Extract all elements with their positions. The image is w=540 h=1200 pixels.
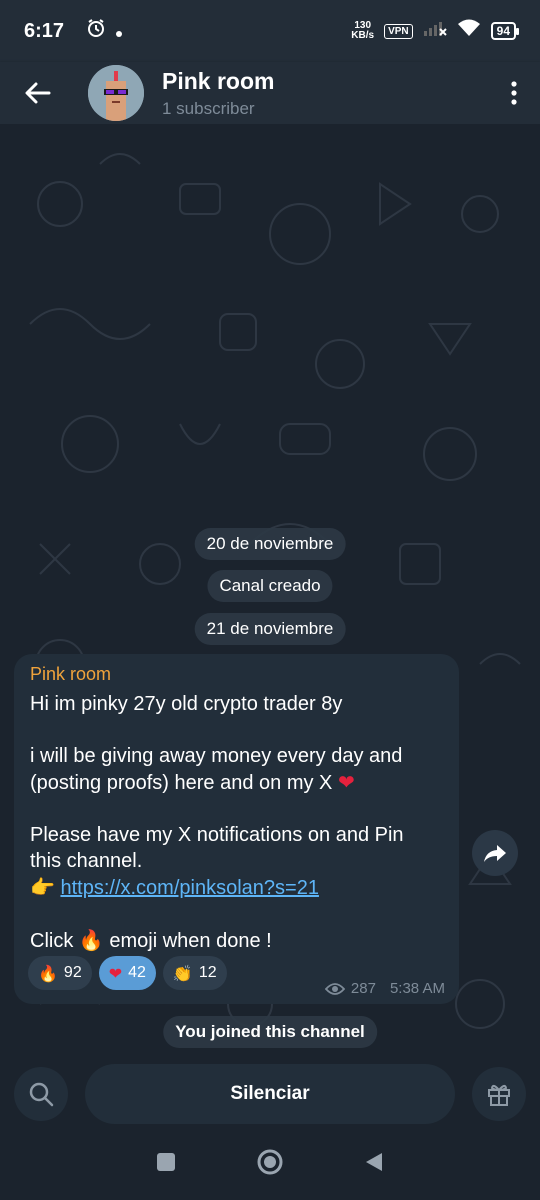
status-bar: 6:17 130 KB/s VPN 94 (0, 0, 540, 62)
pointing-hand-emoji-icon: 👉 (30, 875, 55, 899)
arrow-left-icon (25, 82, 51, 104)
message-bubble[interactable]: Pink room Hi im pinky 27y old crypto tra… (14, 654, 459, 1004)
message-line-click: Click 🔥 emoji when done ! (30, 927, 443, 954)
status-left: 6:17 (24, 18, 123, 44)
message-line: Hi im pinky 27y old crypto trader 8y (30, 693, 343, 715)
header-text[interactable]: Pink room 1 subscriber (162, 68, 274, 119)
message-line: emoji when done ! (109, 930, 272, 952)
fire-emoji-icon: 🔥 (38, 963, 58, 983)
message-text: Hi im pinky 27y old crypto trader 8y i w… (30, 691, 443, 954)
heart-emoji-icon: ❤ (108, 963, 123, 983)
reactions-row: 🔥 92 ❤ 42 👏 12 (28, 956, 227, 990)
signal-icon (423, 19, 447, 43)
reaction-count: 92 (63, 964, 82, 981)
recents-button[interactable] (156, 1152, 176, 1177)
view-count: 287 (350, 980, 376, 997)
forward-button[interactable] (472, 830, 518, 876)
home-button[interactable] (256, 1148, 284, 1181)
chat-header: Pink room 1 subscriber (0, 62, 540, 124)
bottom-bar: Silenciar (0, 1060, 540, 1128)
net-speed-unit: KB/s (351, 30, 375, 41)
mute-button[interactable]: Silenciar (85, 1064, 455, 1124)
clapping-hands-emoji-icon: 👏 (172, 963, 193, 983)
reaction-count: 12 (198, 964, 217, 981)
chat-area[interactable]: 20 de noviembre Canal creado 21 de novie… (0, 124, 540, 1060)
message-line: i will be giving away money every day an… (30, 745, 403, 767)
kebab-menu-icon (511, 81, 517, 105)
search-button[interactable] (14, 1067, 68, 1121)
more-options-button[interactable] (488, 62, 540, 124)
fire-emoji-icon: 🔥 (78, 928, 104, 952)
system-navigation-bar (0, 1128, 540, 1200)
status-right: 130 KB/s VPN 94 (351, 18, 520, 44)
channel-created-notice: Canal creado (207, 570, 333, 602)
message-link[interactable]: https://x.com/pinksolan?s=21 (60, 877, 318, 899)
message-author[interactable]: Pink room (30, 664, 443, 685)
message-meta: 287 5:38 AM (324, 980, 445, 997)
channel-avatar[interactable] (88, 65, 144, 121)
battery-indicator: 94 (490, 22, 520, 40)
wifi-icon (457, 18, 481, 44)
date-separator-2: 21 de noviembre (194, 613, 346, 645)
reaction-fire[interactable]: 🔥 92 (28, 956, 92, 990)
channel-subscriber-count: 1 subscriber (162, 98, 255, 118)
square-icon (157, 1152, 175, 1171)
message-time: 5:38 AM (389, 980, 445, 997)
alarm-icon (86, 18, 106, 44)
search-icon (29, 1082, 54, 1107)
message-link-line: 👉 https://x.com/pinksolan?s=21 (30, 874, 443, 901)
share-arrow-icon (484, 845, 506, 862)
message-line: (posting proofs) here and on my X (30, 772, 333, 794)
reaction-heart[interactable]: ❤ 42 (98, 956, 156, 990)
back-nav-button[interactable] (364, 1151, 384, 1178)
date-separator-1: 20 de noviembre (194, 528, 346, 560)
channel-title: Pink room (162, 67, 275, 94)
back-button[interactable] (0, 62, 76, 124)
triangle-back-icon (366, 1152, 382, 1171)
message-line: this channel. (30, 850, 143, 872)
message-line-x: (posting proofs) here and on my X ❤ (30, 769, 443, 796)
circle-home-icon (257, 1149, 283, 1174)
reaction-clap[interactable]: 👏 12 (162, 956, 227, 990)
eye-icon (324, 982, 345, 995)
gift-icon (488, 1084, 510, 1106)
net-speed: 130 KB/s (351, 21, 374, 41)
vpn-badge: VPN (384, 23, 413, 39)
joined-channel-notice: You joined this channel (163, 1016, 377, 1048)
heart-emoji-icon: ❤ (337, 770, 355, 794)
message-line: Click (30, 930, 74, 952)
gift-button[interactable] (472, 1067, 526, 1121)
status-time: 6:17 (24, 19, 65, 42)
notification-dot-icon (116, 20, 123, 43)
pixel-punk-avatar-icon (88, 65, 144, 121)
message-line: Please have my X notifications on and Pi… (30, 824, 404, 846)
reaction-count: 42 (128, 964, 146, 981)
screen: 6:17 130 KB/s VPN 94 Pink room 1 subscri… (0, 0, 540, 1200)
